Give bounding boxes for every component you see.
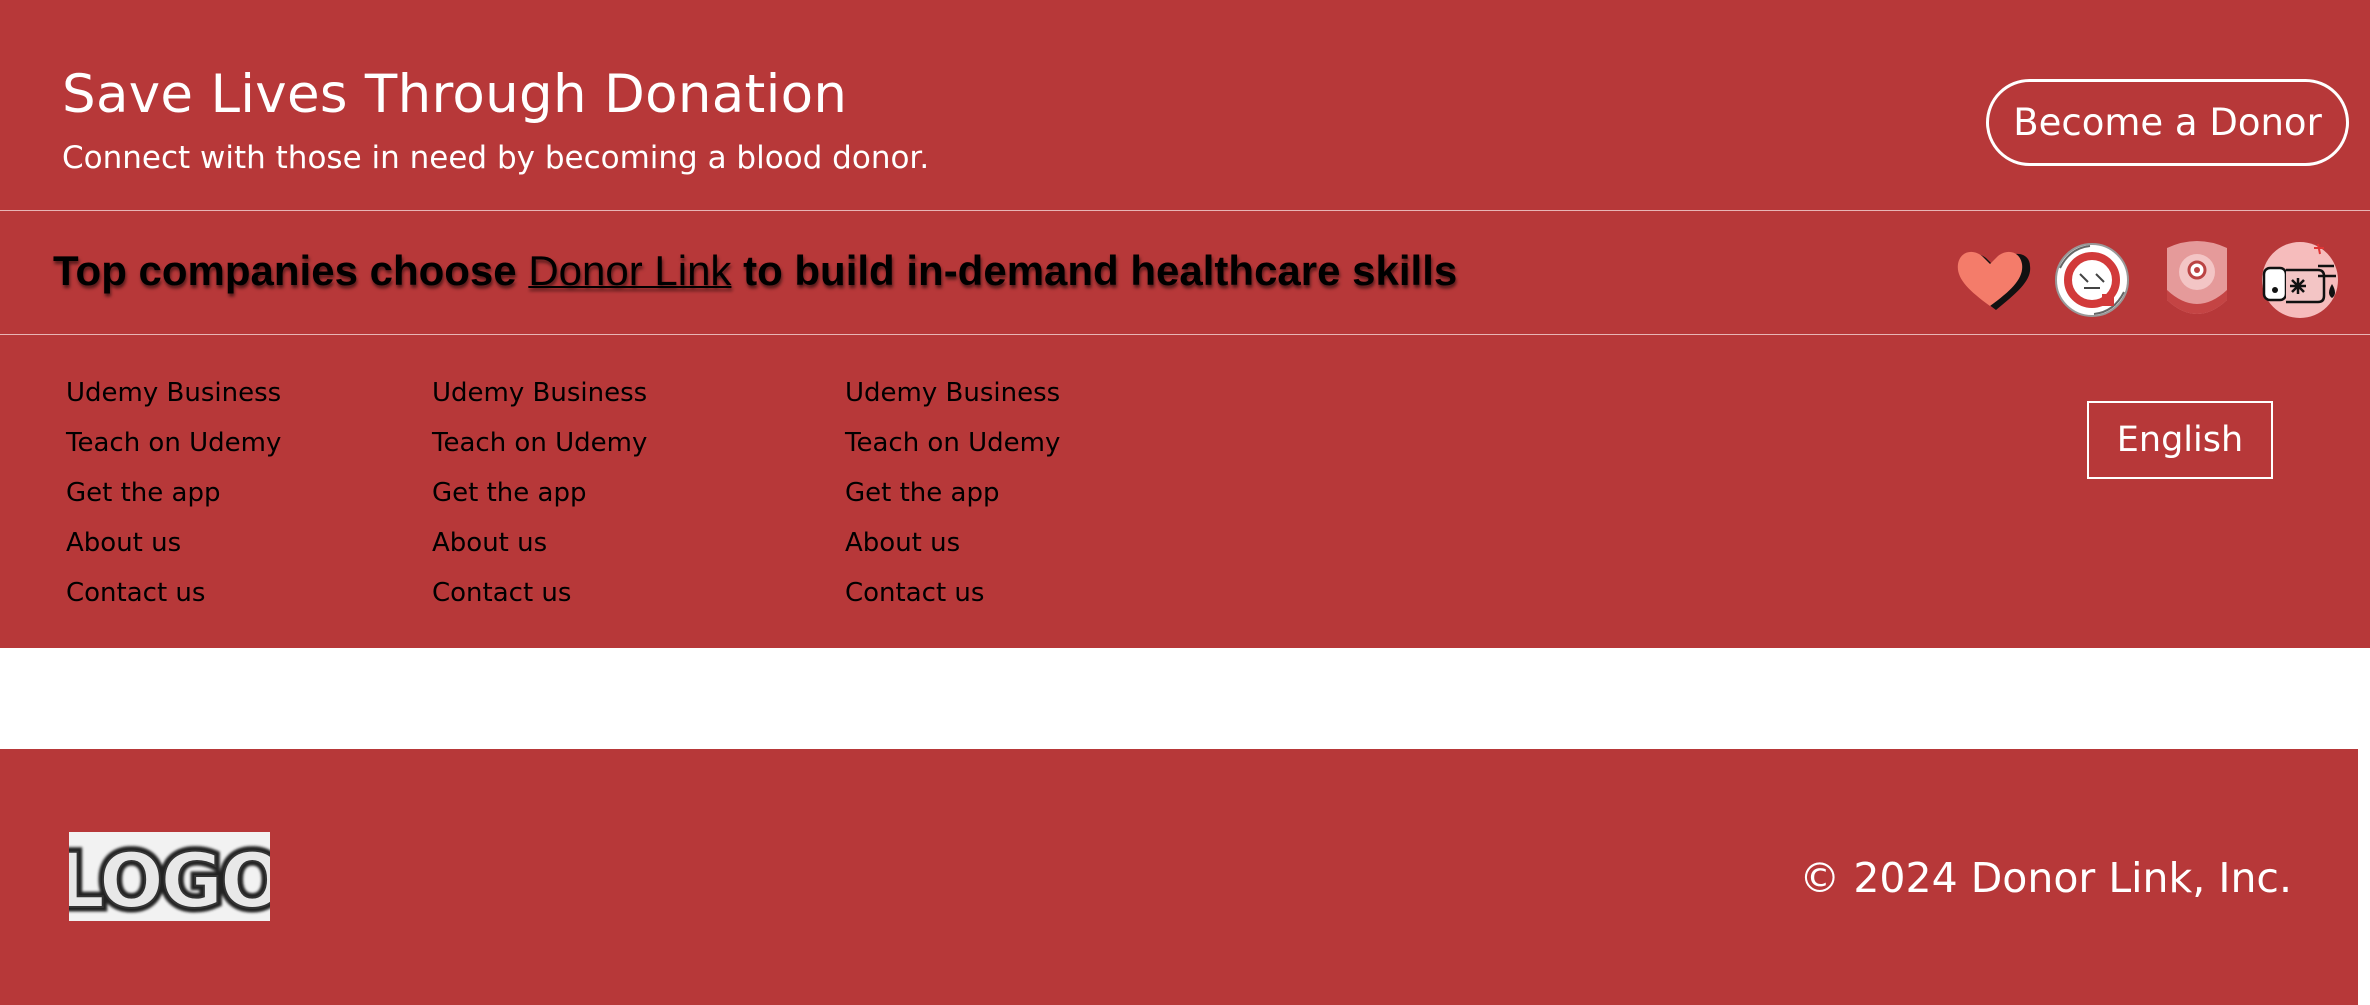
links-column-3: Udemy Business Teach on Udemy Get the ap… bbox=[845, 378, 1060, 628]
link-udemy-business[interactable]: Udemy Business bbox=[432, 378, 647, 428]
blood-donation-hand-icon bbox=[2258, 240, 2338, 320]
link-get-the-app[interactable]: Get the app bbox=[845, 478, 1060, 528]
helping-hands-icon bbox=[2050, 238, 2130, 318]
link-teach-on-udemy[interactable]: Teach on Udemy bbox=[432, 428, 647, 478]
link-contact-us[interactable]: Contact us bbox=[432, 578, 647, 628]
link-get-the-app[interactable]: Get the app bbox=[66, 478, 281, 528]
link-udemy-business[interactable]: Udemy Business bbox=[66, 378, 281, 428]
hero-banner: Save Lives Through Donation Connect with… bbox=[0, 0, 2370, 211]
link-contact-us[interactable]: Contact us bbox=[845, 578, 1060, 628]
footer-bar: LOGO LOGO © 2024 Donor Link, Inc. bbox=[0, 749, 2358, 1005]
link-teach-on-udemy[interactable]: Teach on Udemy bbox=[66, 428, 281, 478]
language-button[interactable]: English bbox=[2087, 401, 2273, 479]
doctor-icon bbox=[2162, 238, 2242, 318]
hero-title: Save Lives Through Donation bbox=[62, 64, 848, 125]
logo[interactable]: LOGO LOGO bbox=[69, 832, 270, 921]
link-about-us[interactable]: About us bbox=[432, 528, 647, 578]
link-udemy-business[interactable]: Udemy Business bbox=[845, 378, 1060, 428]
become-donor-button[interactable]: Become a Donor bbox=[1986, 79, 2349, 166]
svg-text:LOGO: LOGO bbox=[69, 836, 270, 921]
links-column-2: Udemy Business Teach on Udemy Get the ap… bbox=[432, 378, 647, 628]
companies-headline: Top companies choose Donor Link to build… bbox=[53, 247, 1457, 295]
link-teach-on-udemy[interactable]: Teach on Udemy bbox=[845, 428, 1060, 478]
link-contact-us[interactable]: Contact us bbox=[66, 578, 281, 628]
companies-text-before: Top companies choose bbox=[53, 247, 529, 294]
link-about-us[interactable]: About us bbox=[66, 528, 281, 578]
link-get-the-app[interactable]: Get the app bbox=[432, 478, 647, 528]
heart-icon bbox=[1952, 240, 2032, 320]
companies-text-after: to build in-demand healthcare skills bbox=[731, 247, 1458, 294]
copyright-text: © 2024 Donor Link, Inc. bbox=[1799, 854, 2292, 902]
links-column-1: Udemy Business Teach on Udemy Get the ap… bbox=[66, 378, 281, 628]
link-about-us[interactable]: About us bbox=[845, 528, 1060, 578]
footer-links-section: Udemy Business Teach on Udemy Get the ap… bbox=[0, 335, 2370, 648]
brand-link[interactable]: Donor Link bbox=[528, 247, 731, 294]
hero-subtitle: Connect with those in need by becoming a… bbox=[62, 140, 930, 176]
